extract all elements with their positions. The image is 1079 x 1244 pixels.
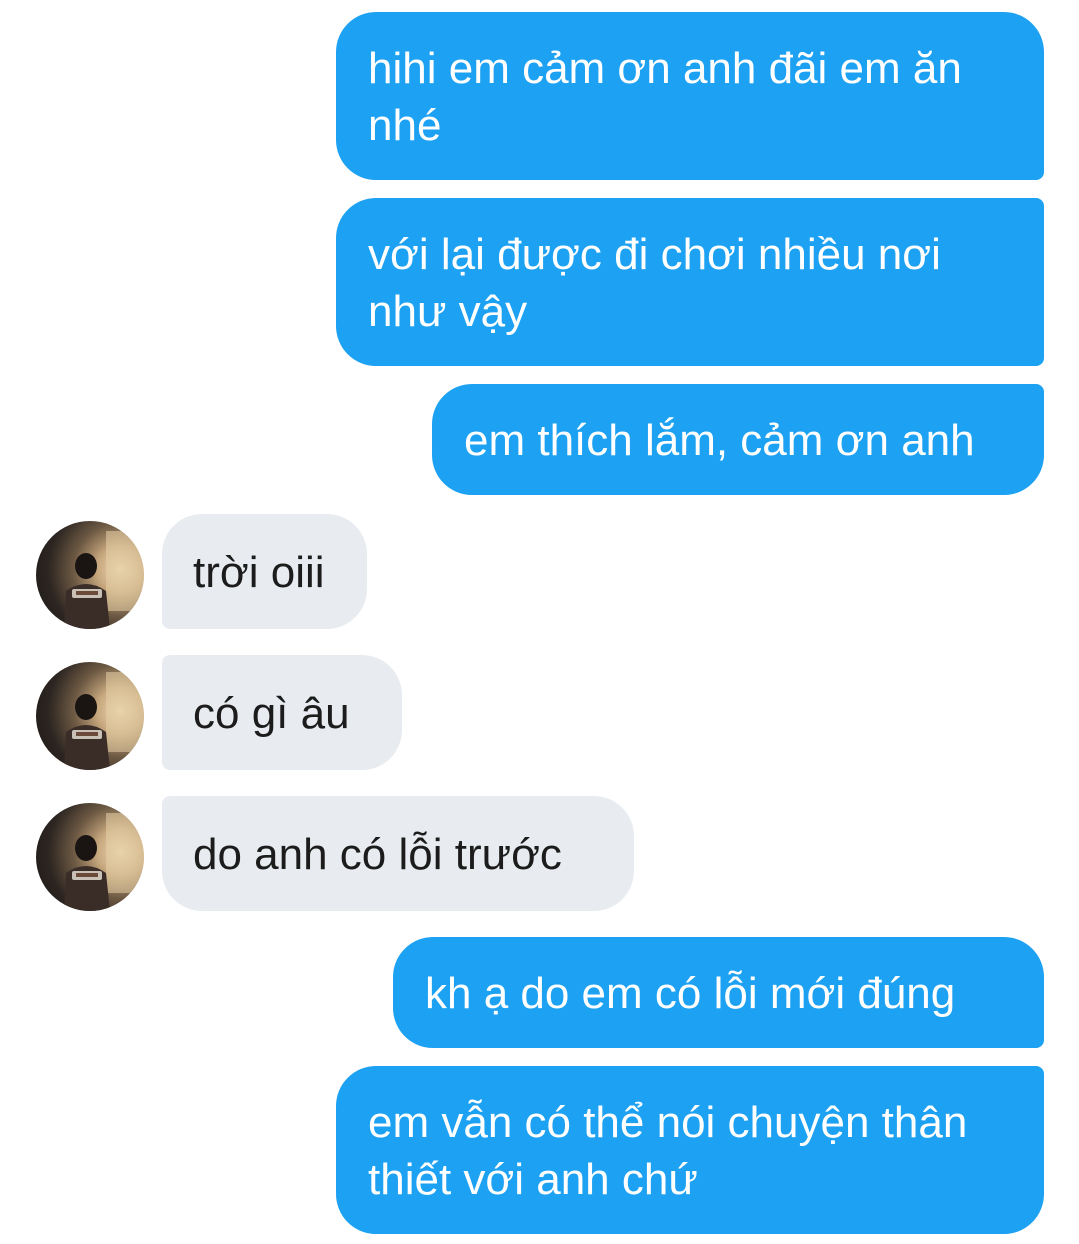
received-message-bubble[interactable]: có gì âu [162,655,402,770]
contact-avatar[interactable] [36,803,144,911]
sent-message-bubble[interactable]: hihi em cảm ơn anh đãi em ăn nhé [336,12,1044,180]
contact-avatar[interactable] [36,662,144,770]
message-thread: hihi em cảm ơn anh đãi em ăn nhé với lại… [0,0,1079,1244]
sent-message-bubble[interactable]: em thích lắm, cảm ơn anh [432,384,1044,495]
sent-message-bubble[interactable]: em vẫn có thể nói chuyện thân thiết với … [336,1066,1044,1234]
received-message-bubble[interactable]: trời oiii [162,514,367,629]
sent-message-bubble[interactable]: với lại được đi chơi nhiều nơi như vậy [336,198,1044,366]
avatar-photo-icon [64,672,144,770]
avatar-photo-icon [64,813,144,911]
sent-message-bubble[interactable]: kh ạ do em có lỗi mới đúng [393,937,1044,1048]
avatar-photo-icon [64,531,144,629]
contact-avatar[interactable] [36,521,144,629]
received-message-bubble[interactable]: do anh có lỗi trước [162,796,634,911]
